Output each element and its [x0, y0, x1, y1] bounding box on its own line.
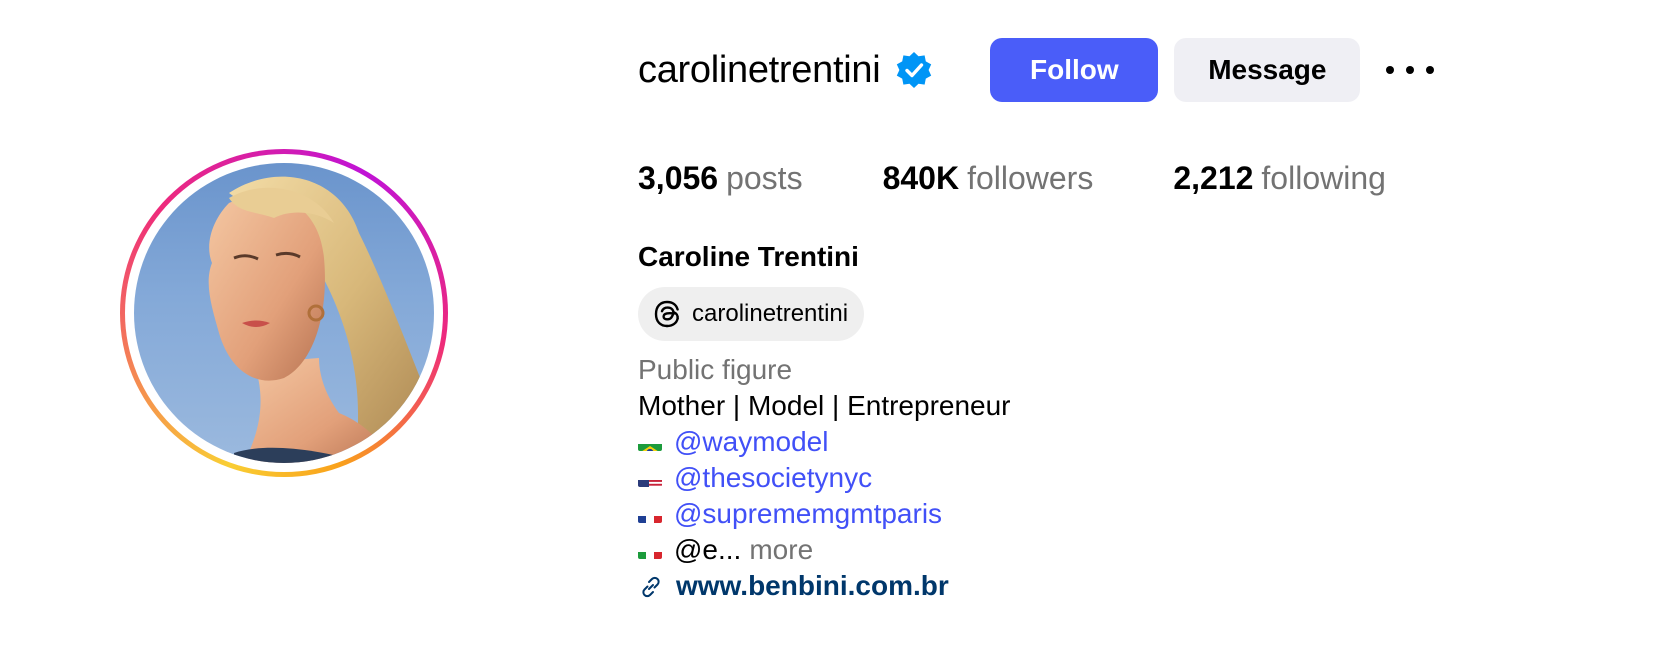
followers-value: 840K — [882, 160, 960, 196]
bio-agency-line: @waymodel — [638, 424, 1011, 460]
story-ring-avatar[interactable] — [120, 149, 448, 477]
posts-value: 3,056 — [638, 160, 719, 196]
france-flag-icon — [638, 506, 662, 523]
ellipsis-icon[interactable] — [1386, 50, 1435, 90]
mention-link[interactable]: @waymodel — [674, 424, 828, 460]
ellipsis-dot — [1386, 66, 1395, 74]
bio-agency-line: @e... more — [638, 532, 1011, 568]
mention-link[interactable]: @thesocietynyc — [674, 460, 872, 496]
mention-link[interactable]: @suprememgmtparis — [674, 496, 942, 532]
avatar — [134, 163, 434, 463]
truncated-mention: @e... — [674, 534, 742, 565]
following-value: 2,212 — [1173, 160, 1254, 196]
link-icon — [638, 573, 664, 599]
threads-icon — [652, 299, 682, 329]
category-label: Public figure — [638, 354, 793, 385]
bio-agency-line: @thesocietynyc — [638, 460, 1011, 496]
profile-photo — [208, 176, 434, 463]
ellipsis-dot — [1426, 66, 1435, 74]
username: carolinetrentini — [638, 49, 881, 91]
threads-handle: carolinetrentini — [692, 300, 849, 327]
verified-badge-icon — [894, 50, 934, 90]
ellipsis-dot — [1406, 66, 1415, 74]
bio-agency-line: @suprememgmtparis — [638, 496, 1011, 532]
bio: Public figure Mother | Model | Entrepren… — [638, 352, 1011, 604]
usa-flag-icon — [638, 470, 662, 487]
followers-link[interactable]: 840K followers — [883, 158, 1094, 198]
profile-stats: 3,056 posts 840K followers 2,212 following — [638, 158, 1466, 198]
full-name: Caroline Trentini — [638, 241, 859, 272]
posts-count: 3,056 posts — [638, 158, 803, 198]
bio-tagline: Mother | Model | Entrepreneur — [638, 390, 1011, 421]
brazil-flag-icon — [638, 434, 662, 451]
threads-badge[interactable]: carolinetrentini — [638, 287, 865, 341]
following-label: following — [1261, 160, 1386, 196]
profile-header: carolinetrentini Follow Message — [638, 38, 1435, 102]
italy-flag-icon — [638, 542, 662, 559]
followers-label: followers — [967, 160, 1094, 196]
posts-label: posts — [726, 160, 803, 196]
more-link[interactable]: more — [749, 532, 813, 568]
website-link[interactable]: www.benbini.com.br — [676, 568, 949, 604]
profile-page: carolinetrentini Follow Message 3,056 pos… — [0, 0, 1660, 646]
message-button[interactable]: Message — [1174, 38, 1361, 102]
follow-button[interactable]: Follow — [990, 38, 1159, 102]
website-line: www.benbini.com.br — [638, 568, 1011, 604]
following-link[interactable]: 2,212 following — [1173, 158, 1386, 198]
